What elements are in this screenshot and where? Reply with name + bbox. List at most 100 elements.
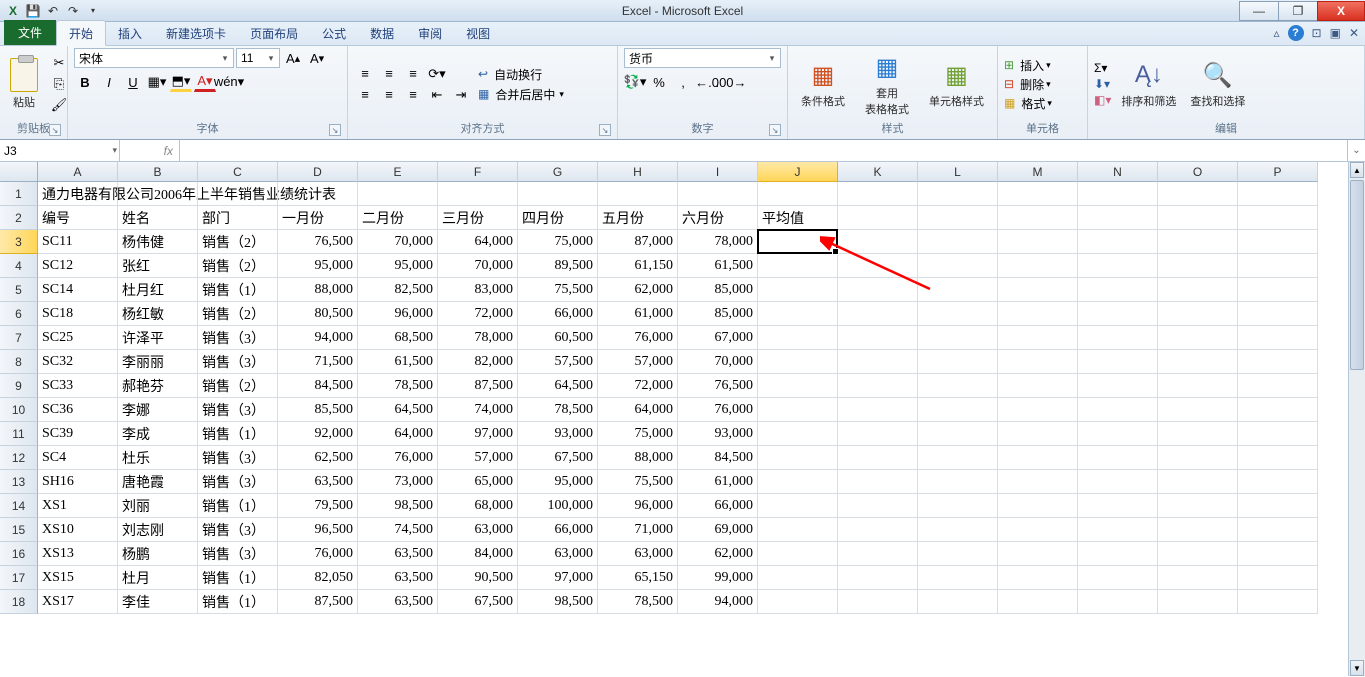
- cell[interactable]: [198, 182, 278, 206]
- cell[interactable]: 销售（1）: [198, 494, 278, 518]
- cell[interactable]: [1078, 278, 1158, 302]
- cell[interactable]: 杜乐: [118, 446, 198, 470]
- cell[interactable]: [838, 542, 918, 566]
- indent-decrease-icon[interactable]: ⇤: [426, 85, 448, 105]
- cell[interactable]: [1078, 494, 1158, 518]
- cell[interactable]: 87,500: [438, 374, 518, 398]
- namebox-dropdown-icon[interactable]: ▾: [112, 145, 117, 156]
- cell[interactable]: 82,000: [438, 350, 518, 374]
- cell[interactable]: 四月份: [518, 206, 598, 230]
- column-header[interactable]: I: [678, 162, 758, 182]
- cell[interactable]: 63,500: [358, 590, 438, 614]
- cell[interactable]: [1158, 278, 1238, 302]
- cell[interactable]: 87,000: [598, 230, 678, 254]
- cell[interactable]: 69,000: [678, 518, 758, 542]
- cell[interactable]: [1078, 398, 1158, 422]
- column-header[interactable]: H: [598, 162, 678, 182]
- cell[interactable]: [998, 470, 1078, 494]
- cell[interactable]: 61,500: [358, 350, 438, 374]
- cell[interactable]: [918, 470, 998, 494]
- cell[interactable]: [278, 182, 358, 206]
- cell[interactable]: 95,000: [358, 254, 438, 278]
- cell[interactable]: SC18: [38, 302, 118, 326]
- cell[interactable]: SC25: [38, 326, 118, 350]
- fill-button[interactable]: ⬇▾: [1094, 77, 1111, 91]
- cell[interactable]: 64,500: [358, 398, 438, 422]
- cell[interactable]: [998, 350, 1078, 374]
- insert-button[interactable]: ⊞插入▾: [1004, 57, 1052, 74]
- cell[interactable]: [758, 518, 838, 542]
- cell[interactable]: [1238, 182, 1318, 206]
- cell[interactable]: [758, 422, 838, 446]
- cell[interactable]: [918, 374, 998, 398]
- cell[interactable]: 72,000: [598, 374, 678, 398]
- cell[interactable]: 96,000: [358, 302, 438, 326]
- column-header[interactable]: N: [1078, 162, 1158, 182]
- delete-button[interactable]: ⊟删除▾: [1004, 76, 1052, 93]
- cell[interactable]: 销售（3）: [198, 470, 278, 494]
- phonetic-button[interactable]: wén▾: [218, 72, 240, 92]
- cell[interactable]: [918, 494, 998, 518]
- cell[interactable]: [758, 278, 838, 302]
- cell[interactable]: [758, 302, 838, 326]
- cell[interactable]: [1078, 254, 1158, 278]
- cell[interactable]: [1078, 566, 1158, 590]
- cell[interactable]: 唐艳霞: [118, 470, 198, 494]
- tab-home[interactable]: 开始: [56, 20, 106, 46]
- column-header[interactable]: K: [838, 162, 918, 182]
- tab-file[interactable]: 文件: [4, 20, 56, 45]
- cell[interactable]: 80,500: [278, 302, 358, 326]
- window-restore-icon[interactable]: ▣: [1330, 26, 1341, 40]
- column-header[interactable]: J: [758, 162, 838, 182]
- cell[interactable]: 64,000: [598, 398, 678, 422]
- column-header[interactable]: G: [518, 162, 598, 182]
- cell[interactable]: [918, 254, 998, 278]
- cell[interactable]: [998, 494, 1078, 518]
- bold-button[interactable]: B: [74, 72, 96, 92]
- cell[interactable]: [998, 302, 1078, 326]
- cell[interactable]: [758, 542, 838, 566]
- cell[interactable]: 64,000: [358, 422, 438, 446]
- column-header[interactable]: D: [278, 162, 358, 182]
- row-header[interactable]: 3: [0, 230, 38, 254]
- cell[interactable]: 100,000: [518, 494, 598, 518]
- cell[interactable]: [838, 398, 918, 422]
- table-format-button[interactable]: ▦套用 表格格式: [861, 49, 913, 119]
- expand-formula-bar-icon[interactable]: ⌄: [1347, 140, 1365, 161]
- cell[interactable]: 88,000: [278, 278, 358, 302]
- cell[interactable]: 61,000: [598, 302, 678, 326]
- cell[interactable]: 82,050: [278, 566, 358, 590]
- cell[interactable]: 78,000: [678, 230, 758, 254]
- cell[interactable]: [998, 278, 1078, 302]
- row-header[interactable]: 13: [0, 470, 38, 494]
- cell[interactable]: [758, 350, 838, 374]
- cell[interactable]: [838, 230, 918, 254]
- column-header[interactable]: A: [38, 162, 118, 182]
- increase-font-icon[interactable]: A▴: [282, 48, 304, 68]
- cell[interactable]: [1158, 590, 1238, 614]
- cell[interactable]: [838, 374, 918, 398]
- cell[interactable]: 一月份: [278, 206, 358, 230]
- cell[interactable]: 84,500: [678, 446, 758, 470]
- cell[interactable]: [998, 254, 1078, 278]
- cell[interactable]: 李佳: [118, 590, 198, 614]
- cell[interactable]: [1078, 590, 1158, 614]
- cell[interactable]: [998, 374, 1078, 398]
- cell[interactable]: 三月份: [438, 206, 518, 230]
- cell[interactable]: 57,000: [598, 350, 678, 374]
- cell[interactable]: [438, 182, 518, 206]
- cell[interactable]: [838, 278, 918, 302]
- cell[interactable]: [1238, 374, 1318, 398]
- wrap-text-button[interactable]: ↩自动换行: [478, 66, 564, 83]
- cell[interactable]: [758, 470, 838, 494]
- minimize-button[interactable]: —: [1239, 1, 1279, 21]
- cell[interactable]: 李成: [118, 422, 198, 446]
- cell[interactable]: 60,500: [518, 326, 598, 350]
- cell[interactable]: [1078, 470, 1158, 494]
- column-header[interactable]: C: [198, 162, 278, 182]
- cell[interactable]: 通力电器有限公司2006年上半年销售业绩统计表: [38, 182, 118, 206]
- tab-formula[interactable]: 公式: [310, 21, 358, 45]
- cell[interactable]: 部门: [198, 206, 278, 230]
- cell[interactable]: 70,000: [438, 254, 518, 278]
- cell[interactable]: 78,500: [518, 398, 598, 422]
